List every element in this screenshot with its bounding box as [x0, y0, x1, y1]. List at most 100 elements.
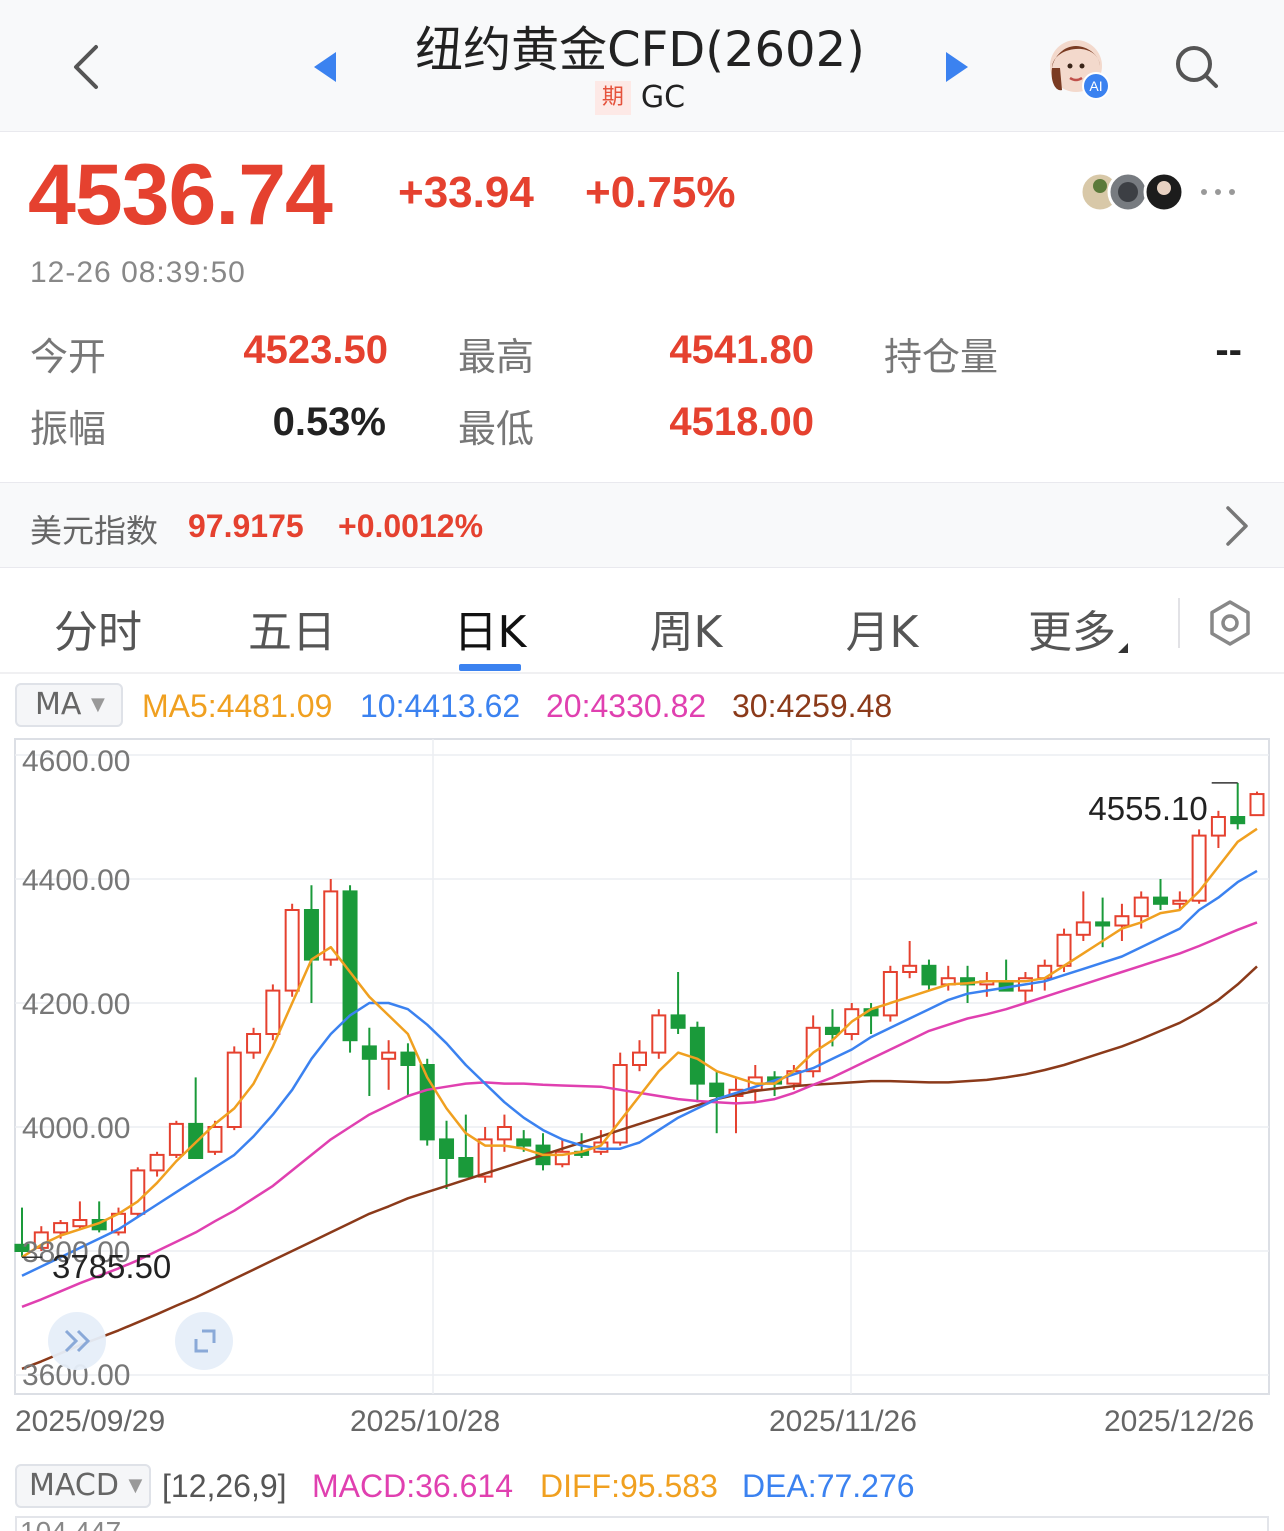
ai-assistant-avatar[interactable]: AI: [1048, 38, 1112, 102]
plot-frame: [14, 738, 1270, 1395]
candle: [265, 984, 281, 1041]
candle-body: [284, 909, 300, 992]
candle-body: [1114, 915, 1130, 927]
price-change: +33.94: [398, 168, 534, 217]
tab-divider: [1178, 598, 1180, 648]
prev-instrument-icon[interactable]: [312, 50, 338, 84]
candle-body: [1153, 896, 1169, 905]
candle-body: [458, 1157, 474, 1178]
usd-index-change: +0.0012%: [338, 508, 484, 544]
y-axis-label: 4600.00: [22, 745, 130, 778]
amplitude-value: 0.53%: [272, 400, 386, 444]
candle-body: [72, 1219, 88, 1228]
tab-five-day[interactable]: 五日: [232, 596, 352, 660]
candle: [651, 1009, 667, 1059]
back-arrow-icon[interactable]: [66, 42, 106, 92]
button-bg: [175, 1312, 233, 1370]
dea-value: DEA:77.276: [742, 1468, 915, 1504]
candle-body: [651, 1014, 667, 1054]
next-instrument-icon[interactable]: [944, 50, 970, 84]
tab-intraday[interactable]: 分时: [38, 596, 158, 660]
dropdown-corner-icon: [1118, 643, 1128, 653]
tab-weekly-k[interactable]: 周K: [626, 596, 746, 660]
candle-body: [1230, 816, 1246, 825]
ma-indicator-select[interactable]: MA ▼: [15, 683, 123, 727]
y-axis-label: 4400.00: [22, 864, 130, 897]
macd-select-label: MACD: [29, 1468, 119, 1503]
low-value: 4518.00: [669, 400, 814, 444]
high-value: 4541.80: [669, 328, 814, 372]
price-change-percent: +0.75%: [585, 168, 736, 217]
candle-body: [1249, 793, 1265, 817]
min-price-label: 3785.50: [52, 1248, 171, 1285]
caret-down-icon: ▼: [128, 1475, 143, 1496]
usd-index-label: 美元指数: [30, 512, 159, 550]
tab-monthly-k[interactable]: 月K: [822, 596, 942, 660]
ma-select-label: MA: [35, 687, 82, 722]
futures-badge: 期: [594, 81, 631, 115]
x-axis-label: 2025/10/28: [350, 1405, 501, 1438]
candle-body: [902, 964, 918, 974]
tabs-bottom-border: [0, 672, 1284, 674]
candle-body: [1095, 921, 1111, 927]
community-avatars[interactable]: [1078, 170, 1188, 214]
candle: [1249, 791, 1265, 817]
candle: [284, 903, 300, 997]
candlestick-chart[interactable]: 4600.004400.004200.004000.003800.003600.…: [0, 735, 1284, 1435]
tab-daily-k[interactable]: 日K: [430, 596, 550, 660]
candle: [342, 885, 358, 1053]
caret-down-icon: ▼: [90, 694, 105, 715]
low-label: 最低: [458, 407, 535, 451]
candle-body: [265, 989, 281, 1036]
x-axis-label: 2025/09/29: [15, 1405, 166, 1438]
candle-body: [516, 1138, 532, 1147]
candle-body: [400, 1051, 416, 1067]
y-axis-label: 4200.00: [22, 988, 130, 1021]
amplitude-label: 振幅: [30, 407, 107, 451]
candle: [419, 1058, 435, 1146]
candle-body: [361, 1045, 377, 1060]
scroll-to-latest-button[interactable]: [48, 1312, 106, 1370]
candle-body: [1210, 816, 1226, 837]
candle-body: [303, 909, 319, 961]
last-price: 4536.74: [28, 147, 333, 243]
candle: [168, 1120, 184, 1158]
usd-index-value: 97.9175: [188, 508, 304, 544]
open-value: 4523.50: [243, 328, 388, 372]
ma10-value: 10:4413.62: [360, 688, 521, 724]
candle-body: [824, 1026, 840, 1035]
search-icon[interactable]: [1172, 42, 1222, 92]
macd-axis-label: 104.447: [20, 1520, 121, 1531]
more-dots-icon[interactable]: [1198, 180, 1238, 204]
open-label: 今开: [30, 335, 107, 379]
y-axis-label: 4000.00: [22, 1112, 130, 1145]
candle: [130, 1167, 146, 1217]
open-interest-value: --: [1215, 328, 1242, 372]
candle-body: [1056, 933, 1072, 967]
candle-body: [632, 1051, 647, 1067]
candle-body: [381, 1051, 397, 1060]
candle-body: [130, 1169, 146, 1215]
macd-chart-area: [15, 1516, 1269, 1531]
x-axis-label: 2025/12/26: [1104, 1405, 1255, 1438]
candle-body: [149, 1153, 165, 1172]
candle-body: [207, 1126, 223, 1153]
macd-value: MACD:36.614: [312, 1468, 513, 1504]
diff-value: DIFF:95.583: [540, 1468, 718, 1504]
candle-body: [496, 1126, 512, 1141]
tab-more[interactable]: 更多: [1018, 596, 1138, 660]
settings-icon[interactable]: [1205, 598, 1255, 648]
ma30-value: 30:4259.48: [732, 688, 893, 724]
candle-body: [882, 971, 898, 1017]
candle-body: [168, 1122, 184, 1156]
candle-body: [1133, 896, 1149, 918]
instrument-title: 纽约黄金CFD(2602): [415, 22, 865, 78]
instrument-code: GC: [640, 80, 686, 115]
candle: [882, 965, 898, 1022]
high-label: 最高: [458, 335, 535, 379]
max-price-label: 4555.10: [1088, 790, 1207, 827]
macd-params: [12,26,9]: [162, 1468, 287, 1504]
fullscreen-button[interactable]: [175, 1312, 233, 1370]
chevron-right-icon[interactable]: [1222, 504, 1252, 548]
macd-indicator-select[interactable]: MACD ▼: [15, 1464, 151, 1508]
